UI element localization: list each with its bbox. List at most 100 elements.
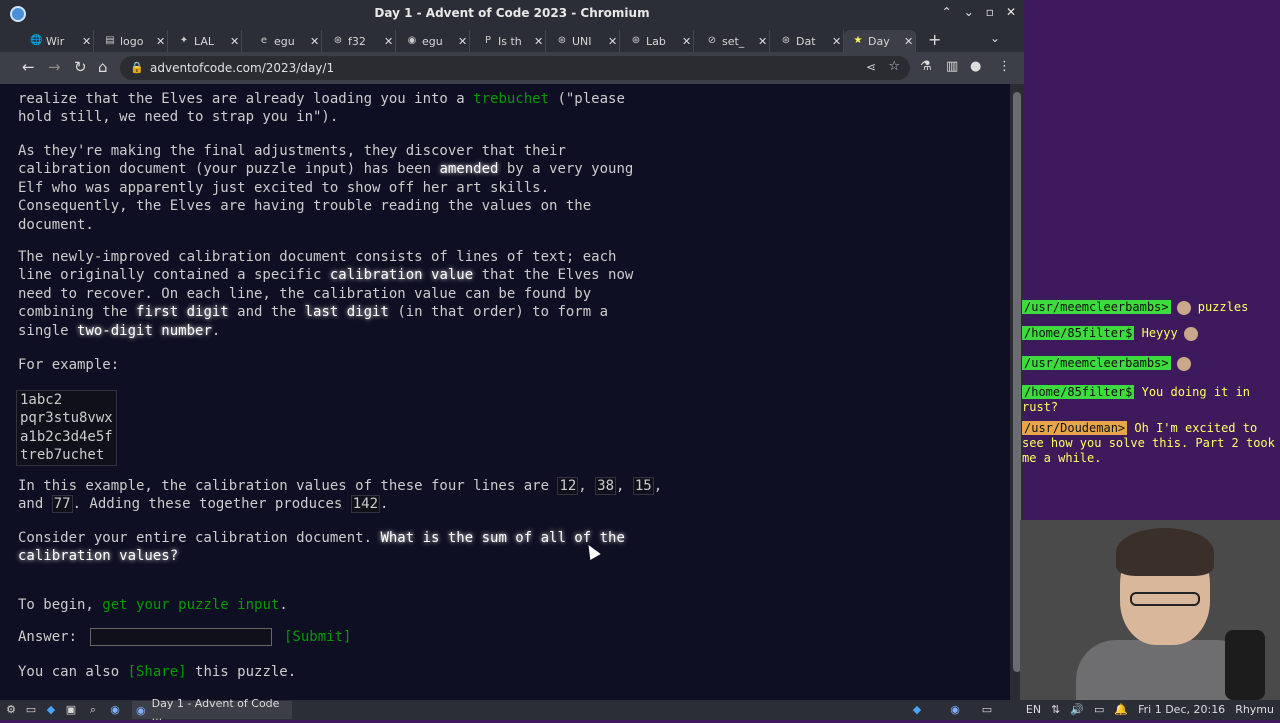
last-digit-emphasis: last digit <box>304 304 389 321</box>
browser-task-icon[interactable]: ◉ <box>948 703 962 717</box>
browser-toolbar: ← → ↻ ⌂ 🔒 adventofcode.com/2023/day/1 ⋖ … <box>0 52 1024 84</box>
globe-icon: 🌐 <box>30 35 43 46</box>
keyboard-layout[interactable]: EN <box>1026 703 1041 716</box>
notification-icon[interactable]: 🔔 <box>1114 703 1128 716</box>
tab[interactable]: ✦ LAL ✕ <box>170 30 242 52</box>
tab-label: f32 <box>348 34 366 48</box>
close-tab-icon[interactable]: ✕ <box>82 35 91 48</box>
value-15: 15 <box>632 477 654 495</box>
answer-input[interactable] <box>90 628 272 646</box>
paragraph-calibration: The newly-improved calibration document … <box>18 248 708 340</box>
extension-icon[interactable]: ⚗ <box>920 59 932 74</box>
minimize-button[interactable]: ⌄ <box>964 5 974 19</box>
close-tab-icon[interactable]: ✕ <box>458 35 467 48</box>
tab[interactable]: ⊛ Dat ✕ <box>772 30 844 52</box>
address-bar[interactable]: 🔒 adventofcode.com/2023/day/1 ⋖ ☆ <box>120 56 910 80</box>
close-tab-icon[interactable]: ✕ <box>384 35 393 48</box>
chat-username: /usr/meemcleerbambs> <box>1022 356 1171 370</box>
close-tab-icon[interactable]: ✕ <box>682 35 691 48</box>
example-code-block: 1abc2 pqr3stu8vwx a1b2c3d4e5f treb7uchet <box>16 390 117 466</box>
title-bar: Day 1 - Advent of Code 2023 - Chromium ⌃… <box>0 0 1024 28</box>
value-77: 77 <box>51 495 73 514</box>
network-icon[interactable]: ⇅ <box>1051 703 1060 716</box>
close-tab-icon[interactable]: ✕ <box>832 35 841 48</box>
answer-label: Answer: <box>18 629 78 645</box>
maximize-button[interactable]: ▫ <box>986 5 994 19</box>
profile-icon[interactable]: ● <box>970 59 981 74</box>
tab[interactable]: 🌐 Wir ✕ <box>22 30 94 52</box>
share-link[interactable]: [Share] <box>128 664 187 680</box>
bookmark-star-icon[interactable]: ☆ <box>888 59 900 74</box>
lock-icon[interactable]: 🔒 <box>130 61 144 74</box>
close-tab-icon[interactable]: ✕ <box>156 35 165 48</box>
tab[interactable]: ⊛ Lab ✕ <box>622 30 694 52</box>
chromium-taskbar-icon[interactable]: ◉ <box>108 703 122 717</box>
close-tab-icon[interactable]: ✕ <box>608 35 617 48</box>
close-window-button[interactable]: ✕ <box>1006 5 1016 19</box>
tab-strip: 🌐 Wir ✕ ▤ logo ✕ ✦ LAL ✕ e egu ✕ ⊛ f32 ✕ ◉ egu ✕ P Is… <box>0 28 1024 52</box>
tab[interactable]: ⊛ f32 ✕ <box>324 30 396 52</box>
tab[interactable]: ◉ egu ✕ <box>398 30 470 52</box>
close-tab-icon[interactable]: ✕ <box>534 35 543 48</box>
volume-icon[interactable]: 🔊 <box>1070 703 1084 716</box>
puzzle-input-link[interactable]: get your puzzle input <box>102 597 279 613</box>
search-icon[interactable]: ⌕ <box>86 703 100 717</box>
tab-label: UNI <box>572 34 592 48</box>
tab-label: egu <box>274 34 295 48</box>
settings-icon[interactable]: ⚙ <box>4 703 18 717</box>
user-name[interactable]: Rhymu <box>1235 703 1274 716</box>
tab-label: Lab <box>646 34 666 48</box>
text: calibration document (your puzzle input)… <box>18 161 440 178</box>
vscode-icon[interactable]: ◆ <box>44 703 58 717</box>
tab[interactable]: P Is th ✕ <box>474 30 546 52</box>
display-icon[interactable]: ▭ <box>1094 703 1104 716</box>
text: combining the <box>18 304 137 321</box>
text: ("please <box>549 91 625 107</box>
taskbar: ⚙ ▭ ◆ ▣ ⌕ ◉ ◉ Day 1 - Advent of Code ...… <box>0 697 1280 723</box>
sidebar-icon[interactable]: ▥ <box>946 59 958 74</box>
menu-icon[interactable]: ⋮ <box>998 59 1011 74</box>
back-button[interactable]: ← <box>22 58 35 76</box>
trebuchet-link[interactable]: trebuchet <box>473 91 549 107</box>
new-tab-button[interactable]: + <box>928 30 941 49</box>
tab-search-icon[interactable]: ⌄ <box>990 31 1000 45</box>
vscode-task-icon[interactable]: ◆ <box>910 703 924 717</box>
page-content: realize that the Elves are already loadi… <box>0 84 1010 700</box>
tab-active[interactable]: ★ Day ✕ <box>844 30 916 52</box>
tab[interactable]: ▤ logo ✕ <box>96 30 168 52</box>
tab[interactable]: ⊘ set_ ✕ <box>698 30 770 52</box>
forward-button[interactable]: → <box>48 58 61 76</box>
reload-button[interactable]: ↻ <box>74 58 87 76</box>
tab-label: logo <box>120 34 144 48</box>
text: realize that the Elves are already loadi… <box>18 91 474 107</box>
rust-icon: ⊛ <box>781 35 791 46</box>
text: The newly-improved calibration document … <box>18 249 617 265</box>
tab-label: Dat <box>796 34 816 48</box>
home-button[interactable]: ⌂ <box>98 58 108 76</box>
terminal-icon[interactable]: ▣ <box>64 703 78 717</box>
rust-icon: ⊛ <box>557 35 567 46</box>
submit-button[interactable]: [Submit] <box>284 629 351 645</box>
close-tab-icon[interactable]: ✕ <box>310 35 319 48</box>
webcam-feed <box>1020 520 1280 700</box>
chat-text: puzzles <box>1197 300 1249 314</box>
close-tab-icon[interactable]: ✕ <box>230 35 239 48</box>
chat-text: Heyyy <box>1141 326 1178 340</box>
files-icon[interactable]: ▭ <box>24 703 38 717</box>
scroll-up-icon[interactable]: ⌃ <box>942 5 952 19</box>
close-tab-icon[interactable]: ✕ <box>758 35 767 48</box>
taskbar-window-button[interactable]: ◉ Day 1 - Advent of Code ... <box>132 697 292 723</box>
share-icon[interactable]: ⋖ <box>866 60 876 74</box>
tab[interactable]: ⊛ UNI ✕ <box>548 30 620 52</box>
text: Consider your entire calibration documen… <box>18 530 381 546</box>
clock[interactable]: Fri 1 Dec, 20:16 <box>1138 703 1225 716</box>
desktop-icon[interactable]: ▭ <box>980 703 994 717</box>
url-text[interactable]: adventofcode.com/2023/day/1 <box>150 61 334 75</box>
close-tab-icon[interactable]: ✕ <box>904 35 913 48</box>
paragraph-begin: To begin, get your puzzle input. <box>18 596 708 614</box>
chromium-icon: ◉ <box>136 703 146 717</box>
chat-message: /usr/Doudeman> Oh I'm excited to see how… <box>1022 421 1280 466</box>
text: need to recover. On each line, the calib… <box>18 285 592 302</box>
tab[interactable]: e egu ✕ <box>250 30 322 52</box>
paragraph-adjustments: As they're making the final adjustments,… <box>18 142 708 234</box>
